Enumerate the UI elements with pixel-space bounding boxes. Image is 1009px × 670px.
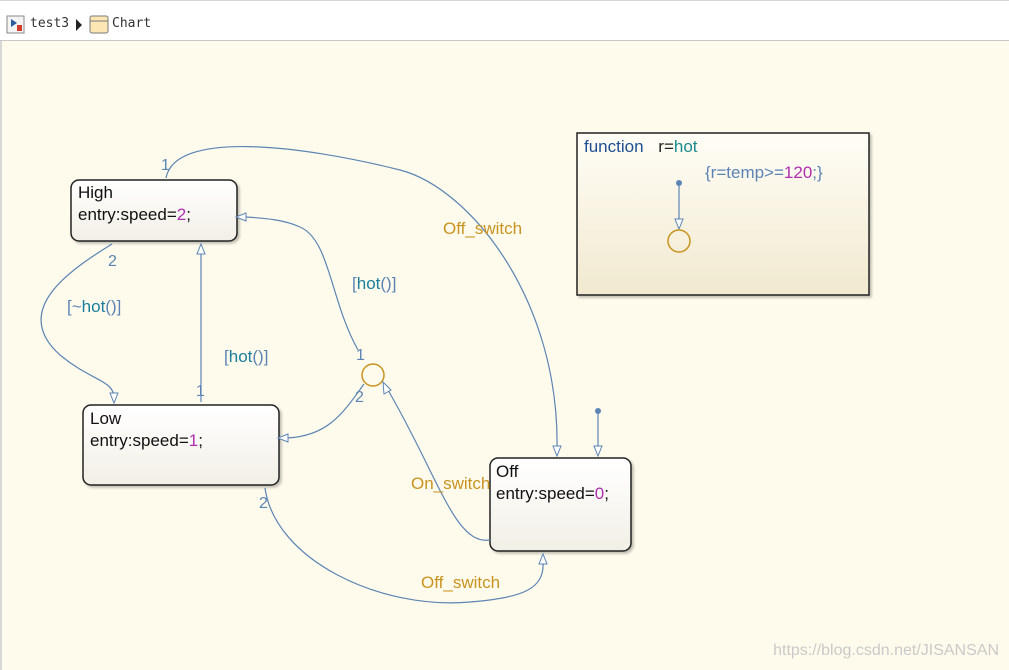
transition-low-to-high[interactable] (196, 242, 206, 402)
stateflow-diagram: function r=hot {r=temp>=120;} High entry… (40, 132, 870, 604)
state-off-entry: entry:speed=0; (496, 484, 609, 503)
state-low-name: Low (90, 409, 122, 428)
label-on-switch[interactable]: On_switch (411, 474, 490, 493)
default-transition-off[interactable] (593, 408, 603, 458)
transition-junction-to-low[interactable] (276, 383, 365, 443)
watermark: https://blog.csdn.net/JISANSAN (773, 642, 999, 659)
order-junction-bottom: 2 (355, 389, 364, 406)
label-off-switch-top[interactable]: Off_switch (443, 219, 522, 238)
state-off-name: Off (496, 462, 519, 481)
label-hot-guard-upper[interactable]: [hot()] (352, 274, 396, 293)
order-low-bottom: 2 (259, 495, 268, 512)
label-hot-guard-left[interactable]: [hot()] (224, 347, 268, 366)
svg-text:function r=hot: function r=hot (584, 137, 698, 156)
state-off[interactable]: Off entry:speed=0; (489, 457, 632, 552)
order-junction-top: 1 (356, 347, 365, 364)
transition-junction-to-high[interactable] (234, 212, 359, 351)
order-high-bottom: 2 (108, 253, 117, 270)
connective-junction[interactable] (361, 363, 385, 387)
graphical-function-hot[interactable]: function r=hot {r=temp>=120;} (576, 132, 870, 296)
function-name: hot (674, 137, 698, 156)
label-off-switch-bottom[interactable]: Off_switch (421, 573, 500, 592)
label-not-hot-guard[interactable]: [~hot()] (67, 297, 121, 316)
function-keyword: function (584, 137, 644, 156)
function-output: r= (658, 137, 674, 156)
order-low-top: 1 (196, 383, 205, 400)
order-high-top: 1 (161, 157, 170, 174)
state-high[interactable]: High entry:speed=2; (70, 179, 238, 242)
transition-high-to-low[interactable] (40, 243, 119, 405)
state-high-entry: entry:speed=2; (78, 205, 191, 224)
transition-off-to-junction[interactable] (382, 380, 491, 541)
function-action: {r=temp>=120;} (705, 163, 823, 182)
state-low-entry: entry:speed=1; (90, 431, 203, 450)
state-low[interactable]: Low entry:speed=1; (82, 404, 280, 486)
state-high-name: High (78, 183, 113, 202)
